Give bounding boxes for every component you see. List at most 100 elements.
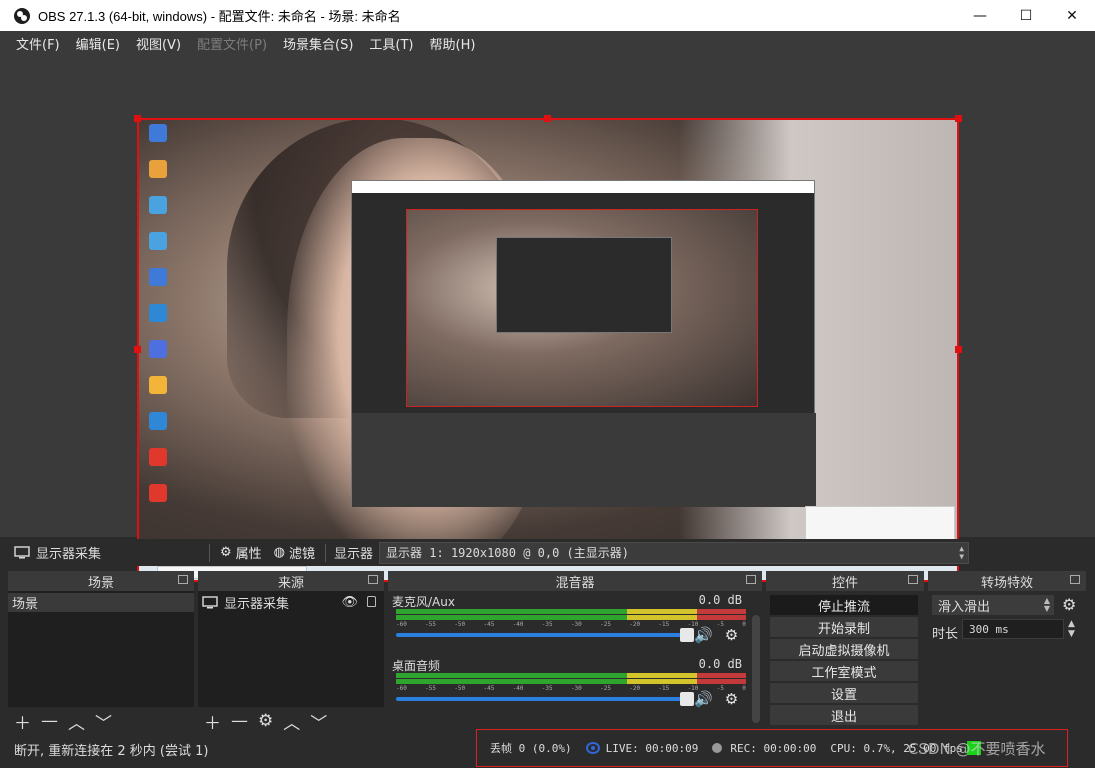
studio-mode-button[interactable]: 工作室模式	[770, 661, 918, 681]
mixer-channel-desktop: 桌面音频 0.0 dB -60 -55 -50 -45 -40 -35 -30 -25 -20-…	[392, 657, 758, 719]
window-controls: — ☐ ✕	[957, 0, 1095, 31]
volume-slider-handle[interactable]	[680, 692, 694, 706]
mixer-scrollbar[interactable]	[752, 615, 760, 723]
preview-area[interactable]	[0, 55, 1095, 584]
window-title: OBS 27.1.3 (64-bit, windows) - 配置文件: 未命名…	[38, 9, 401, 24]
resize-handle-left[interactable]	[134, 346, 141, 353]
move-up-icon[interactable]: ︿	[283, 709, 300, 734]
source-toolbar: 显示器采集 ⚙ 属性 ◍ 滤镜 显示器 显示器 1: 1920x1080 @ 0…	[0, 539, 1095, 566]
channel-db: 0.0 dB	[698, 657, 742, 671]
transitions-dock: 转场特效 滑入滑出 ▲ ▼ ⚙ 时长 300 ms ▲ ▼	[928, 571, 1086, 735]
gear-icon[interactable]: ⚙	[1062, 595, 1076, 614]
gear-icon[interactable]: ⚙	[725, 626, 738, 644]
settings-button[interactable]: 设置	[770, 683, 918, 703]
undock-icon[interactable]	[368, 575, 378, 584]
undock-icon[interactable]	[746, 575, 756, 584]
duration-value: 300 ms	[969, 622, 1009, 636]
lock-icon[interactable]	[367, 596, 376, 607]
transitions-body: 滑入滑出 ▲ ▼ ⚙ 时长 300 ms ▲ ▼	[928, 591, 1086, 735]
transitions-dock-title: 转场特效	[980, 575, 1033, 591]
display-select[interactable]: 显示器 1: 1920x1080 @ 0,0 (主显示器) ▲ ▼	[379, 541, 970, 564]
volume-meter	[396, 609, 746, 614]
add-icon[interactable]: ＋	[14, 709, 31, 734]
undock-icon[interactable]	[1070, 575, 1080, 584]
source-item-label: 显示器采集	[224, 597, 290, 612]
toolbar-separator	[325, 543, 327, 562]
selected-source: 显示器采集	[0, 543, 205, 562]
undock-icon[interactable]	[908, 575, 918, 584]
menu-view[interactable]: 视图(V)	[128, 34, 189, 53]
scenes-dock-title: 场景	[87, 575, 114, 591]
menu-profile[interactable]: 配置文件(P)	[189, 34, 275, 53]
exit-button[interactable]: 退出	[770, 705, 918, 725]
sources-dock-header: 来源	[198, 571, 384, 591]
minimize-button[interactable]: —	[957, 0, 1003, 31]
sources-dock: 来源 显示器采集 👁 ＋ — ⚙ ︿ ﹀	[198, 571, 384, 735]
duration-spinner[interactable]: ▲ ▼	[1068, 619, 1075, 639]
scene-item-label: 场景	[12, 597, 39, 612]
visibility-eye-icon[interactable]: 👁	[341, 595, 358, 610]
rec-timer: REC: 00:00:00	[730, 741, 817, 755]
record-icon	[712, 743, 723, 753]
duration-input[interactable]: 300 ms	[962, 619, 1064, 639]
volume-meter	[396, 615, 746, 620]
toolbar-separator	[209, 543, 210, 562]
start-recording-button[interactable]: 开始录制	[770, 617, 918, 637]
transitions-dock-header: 转场特效	[928, 571, 1086, 591]
transition-select[interactable]: 滑入滑出 ▲ ▼	[932, 595, 1054, 615]
controls-body: 停止推流 开始录制 启动虚拟摄像机 工作室模式 设置 退出	[766, 591, 924, 735]
undock-icon[interactable]	[178, 575, 188, 584]
sources-toolbar: ＋ — ⚙ ︿ ﹀	[198, 707, 384, 735]
menu-scene-collection[interactable]: 场景集合(S)	[275, 34, 361, 53]
resize-handle-top[interactable]	[544, 115, 551, 122]
menu-tools[interactable]: 工具(T)	[361, 34, 421, 53]
filter-icon: ◍	[273, 545, 286, 560]
volume-slider-handle[interactable]	[680, 628, 694, 642]
menu-file[interactable]: 文件(F)	[8, 34, 68, 53]
resize-handle-top-right[interactable]	[955, 115, 962, 122]
start-virtual-camera-button[interactable]: 启动虚拟摄像机	[770, 639, 918, 659]
mixer-dock: 混音器 麦克风/Aux 0.0 dB -60 -55 -50 -45 -40 -35 -30…	[388, 571, 762, 735]
watermark: CSDN @不要喷香水	[908, 740, 1046, 758]
display-select-value: 显示器 1: 1920x1080 @ 0,0 (主显示器)	[386, 546, 629, 560]
move-down-icon[interactable]: ﹀	[310, 709, 327, 734]
move-up-icon[interactable]: ︿	[68, 709, 85, 734]
gear-icon[interactable]: ⚙	[258, 711, 273, 731]
speaker-icon[interactable]: 🔊	[694, 690, 713, 708]
scenes-dock: 场景 场景 ＋ — ︿ ﹀	[8, 571, 194, 735]
resize-handle-top-left[interactable]	[134, 115, 141, 122]
menu-help[interactable]: 帮助(H)	[422, 34, 484, 53]
controls-dock-title: 控件	[831, 575, 858, 591]
maximize-button[interactable]: ☐	[1003, 0, 1049, 31]
spinner-arrows-icon: ▲ ▼	[1043, 596, 1050, 613]
resize-handle-right[interactable]	[955, 346, 962, 353]
connection-status: 断开, 重新连接在 2 秒内 (尝试 1)	[14, 744, 209, 759]
filters-button[interactable]: ◍ 滤镜	[268, 543, 321, 562]
list-item[interactable]: 显示器采集 👁	[198, 593, 384, 612]
remove-icon[interactable]: —	[231, 711, 248, 731]
list-item[interactable]: 场景	[8, 593, 194, 612]
menu-edit[interactable]: 编辑(E)	[68, 34, 128, 53]
properties-button[interactable]: ⚙ 属性	[214, 543, 268, 562]
nested-obs-capture	[351, 180, 816, 507]
stop-streaming-button[interactable]: 停止推流	[770, 595, 918, 615]
add-icon[interactable]: ＋	[204, 709, 221, 734]
close-button[interactable]: ✕	[1049, 0, 1095, 31]
obs-logo-icon	[14, 7, 30, 24]
move-down-icon[interactable]: ﹀	[95, 709, 112, 734]
preview-canvas[interactable]	[137, 118, 959, 581]
remove-icon[interactable]: —	[41, 711, 58, 731]
gear-icon[interactable]: ⚙	[725, 690, 738, 708]
controls-dock: 控件 停止推流 开始录制 启动虚拟摄像机 工作室模式 设置 退出	[766, 571, 924, 735]
status-bar: 断开, 重新连接在 2 秒内 (尝试 1) 丢帧 0 (0.0%) LIVE: …	[0, 729, 1095, 768]
menu-bar: 文件(F) 编辑(E) 视图(V) 配置文件(P) 场景集合(S) 工具(T) …	[0, 31, 1095, 55]
title-bar: OBS 27.1.3 (64-bit, windows) - 配置文件: 未命名…	[0, 0, 1095, 31]
filters-label: 滤镜	[289, 547, 316, 562]
duration-label: 时长	[932, 627, 959, 642]
mixer-body: 麦克风/Aux 0.0 dB -60 -55 -50 -45 -40 -35 -30 -25-…	[388, 591, 762, 735]
volume-slider[interactable]	[396, 692, 694, 706]
volume-slider[interactable]	[396, 628, 694, 642]
speaker-icon[interactable]: 🔊	[694, 626, 713, 644]
controls-dock-header: 控件	[766, 571, 924, 591]
display-label: 显示器	[334, 547, 374, 562]
